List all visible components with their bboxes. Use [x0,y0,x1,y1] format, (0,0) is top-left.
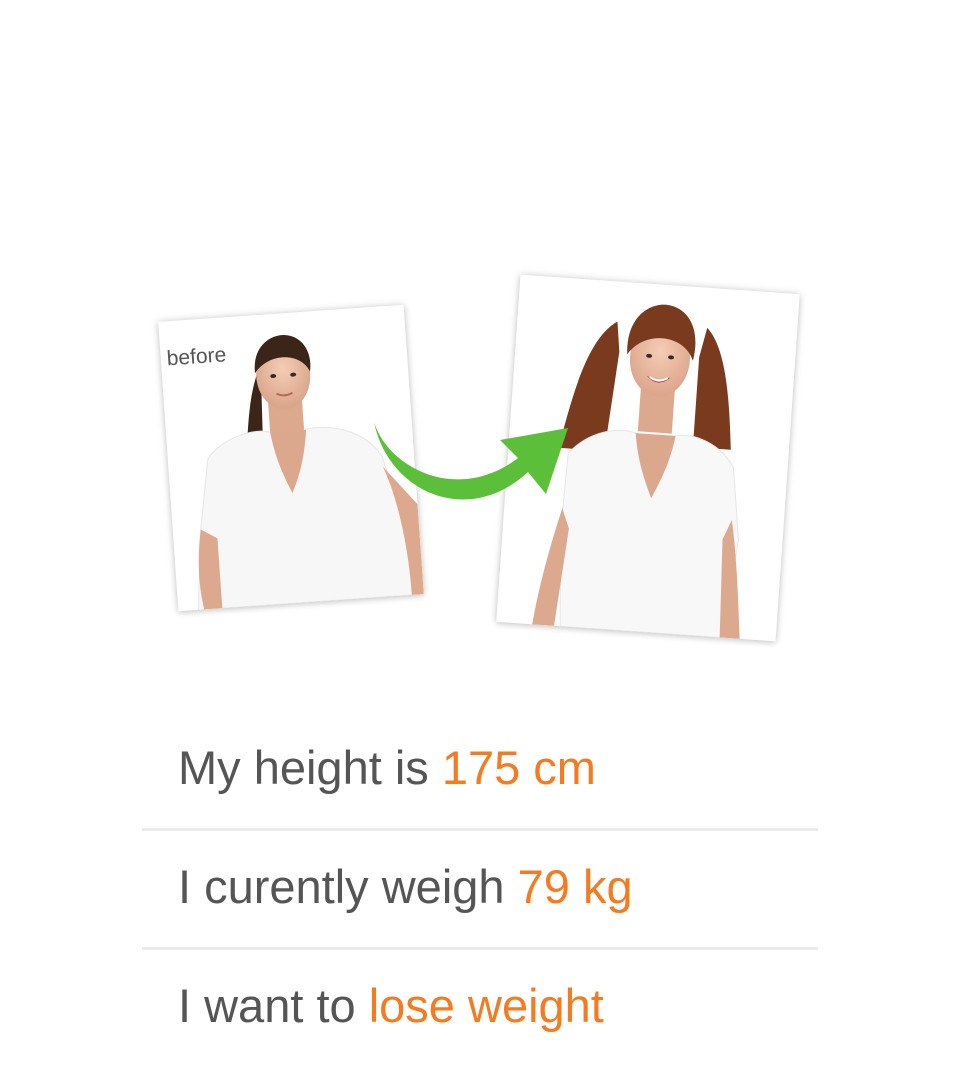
goal-label: I want to [178,979,369,1032]
before-label: before [165,343,227,371]
profile-stats-list: My height is 175 cm I curently weigh 79 … [142,712,818,1069]
curved-arrow-right-icon [374,422,568,500]
height-text: My height is 175 cm [178,740,596,796]
weight-value: 79 kg [517,860,633,913]
weight-row[interactable]: I curently weigh 79 kg [142,831,818,950]
weight-label: I curently weigh [178,860,518,913]
weight-text: I curently weigh 79 kg [178,859,633,915]
goal-text: I want to lose weight [178,978,604,1034]
height-row[interactable]: My height is 175 cm [142,712,818,831]
goal-row[interactable]: I want to lose weight [142,950,818,1069]
goal-value: lose weight [368,979,604,1032]
height-label: My height is [178,741,442,794]
height-value: 175 cm [441,741,596,794]
